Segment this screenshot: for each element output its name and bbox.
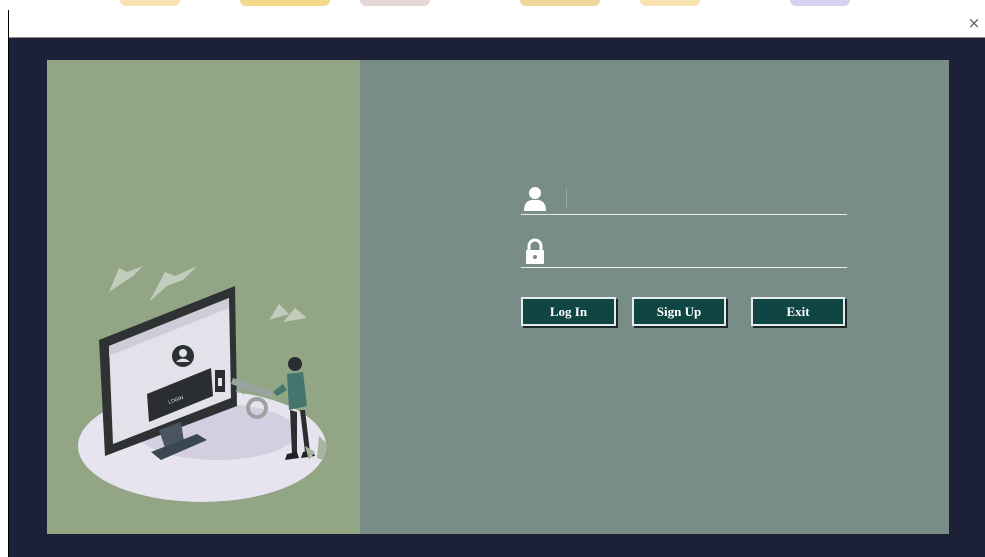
illustration-panel: LOGIN: [47, 60, 360, 534]
password-input[interactable]: [565, 241, 841, 265]
background-watermark: [0, 0, 985, 10]
login-form-panel: Log In Sign Up Exit: [360, 60, 949, 534]
password-field: [521, 238, 847, 268]
username-input[interactable]: [565, 188, 841, 212]
signup-button[interactable]: Sign Up: [632, 297, 726, 326]
cloud-icon: [269, 304, 289, 320]
cloud-icon: [149, 266, 197, 302]
person-icon: [288, 357, 302, 371]
username-field: [521, 185, 847, 215]
user-icon: [524, 187, 546, 211]
close-button[interactable]: ×: [964, 13, 984, 33]
title-bar: ×: [9, 10, 985, 38]
cloud-icon: [283, 308, 307, 322]
lock-icon: [526, 238, 544, 264]
login-button[interactable]: Log In: [521, 297, 616, 326]
cloud-icon: [109, 266, 143, 292]
login-window: × LOGIN Log In Sign Up Exit: [8, 10, 985, 557]
exit-button[interactable]: Exit: [751, 297, 845, 326]
login-security-illustration: LOGIN: [78, 266, 327, 502]
